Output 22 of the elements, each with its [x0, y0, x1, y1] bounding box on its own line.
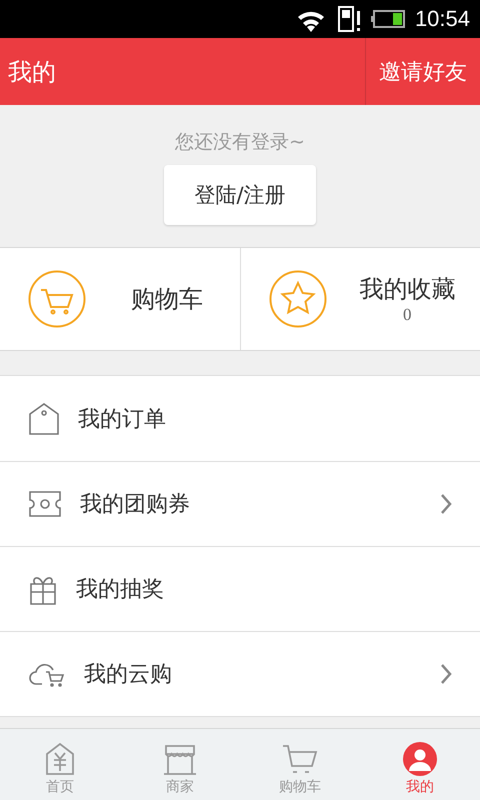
page-title: 我的: [7, 56, 56, 88]
menu-item[interactable]: 我的团购券: [80, 489, 422, 519]
shop-icon: [163, 744, 197, 776]
ticket-icon: [28, 490, 62, 518]
invite-friends-button[interactable]: 邀请好友: [365, 38, 480, 105]
shortcut-label[interactable]: 购物车: [130, 283, 203, 315]
battery-icon: [370, 10, 405, 28]
price-tag-icon: [45, 742, 75, 776]
menu-item[interactable]: 我的订单: [78, 404, 452, 434]
tab-button[interactable]: 我的: [360, 729, 480, 800]
tag-icon: [28, 402, 60, 436]
menu-item[interactable]: 我的抽奖: [76, 574, 452, 604]
sim-card-alert-icon: [336, 5, 361, 33]
menu-item[interactable]: 我的云购: [84, 659, 422, 689]
cart-icon: [28, 270, 86, 328]
shortcut-count: 0: [403, 305, 412, 325]
login-button[interactable]: 登陆/注册: [164, 165, 316, 225]
shortcut-label[interactable]: 我的收藏: [359, 273, 456, 305]
user-icon: [403, 742, 437, 776]
status-time: 10:54: [414, 6, 470, 32]
cart-icon: [282, 744, 318, 776]
login-prompt: 您还没有登录~: [175, 130, 305, 155]
